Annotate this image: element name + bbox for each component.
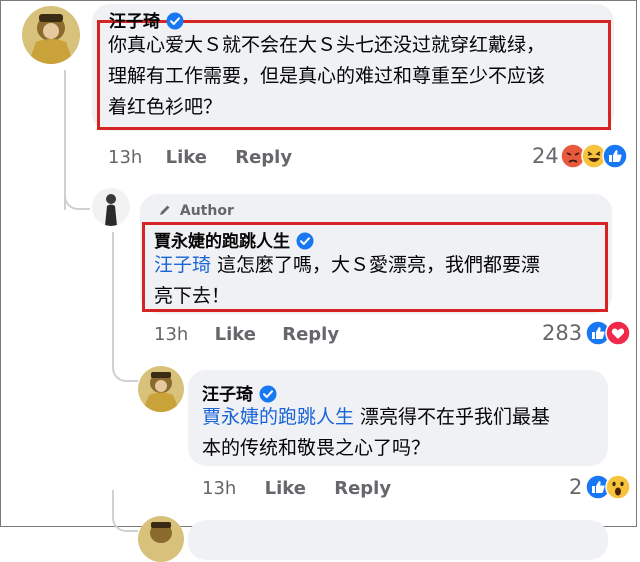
love-icon (605, 320, 631, 346)
reply-button[interactable]: Reply (282, 324, 339, 345)
comment-actions: 13h Like Reply (154, 324, 339, 345)
reaction-count[interactable]: 24 (532, 144, 559, 168)
timestamp[interactable]: 13h (202, 478, 236, 499)
comment-line: 亮下去！ (154, 285, 231, 307)
reaction-icons[interactable] (585, 320, 631, 346)
mention-link[interactable]: 汪子琦 (154, 254, 211, 276)
timestamp[interactable]: 13h (154, 324, 188, 345)
mention-link[interactable]: 賈永婕的跑跳人生 (202, 406, 354, 428)
reaction-count[interactable]: 2 (569, 475, 582, 499)
like-icon (602, 143, 628, 169)
reply-button[interactable]: Reply (235, 147, 292, 168)
pencil-icon (160, 205, 170, 215)
comment-line: 着红色衫吧？ (108, 96, 223, 118)
comment-text-span: 漂亮得不在乎我们最基 (354, 406, 551, 428)
comment-line: 你真心爱大Ｓ就不会在大Ｓ头七还没过就穿红戴绿， (108, 34, 546, 56)
avatar[interactable] (138, 366, 184, 412)
avatar[interactable] (22, 6, 80, 64)
comment-line: 理解有工作需要，但是真心的难过和尊重至少不应该 (108, 65, 546, 87)
like-button[interactable]: Like (215, 324, 256, 345)
like-button[interactable]: Like (166, 147, 207, 168)
reaction-icons[interactable] (585, 474, 631, 500)
commenter-name-text[interactable]: 汪子琦 (109, 12, 160, 32)
author-badge: Author (158, 203, 234, 219)
comment-line: 汪子琦 這怎麼了嗎，大Ｓ愛漂亮，我們都要漂 (154, 250, 604, 281)
comment-actions: 13h Like Reply (202, 478, 391, 499)
timestamp[interactable]: 13h (108, 147, 142, 168)
comment-text: 賈永婕的跑跳人生 漂亮得不在乎我们最基 本的传统和敬畏之心了吗？ (202, 402, 602, 464)
comment-line: 本的传统和敬畏之心了吗？ (202, 437, 431, 459)
comment-bubble (188, 520, 608, 560)
avatar[interactable] (92, 188, 130, 226)
like-button[interactable]: Like (265, 478, 306, 499)
comment-text: 你真心爱大Ｓ就不会在大Ｓ头七还没过就穿红戴绿， 理解有工作需要，但是真心的难过和… (108, 30, 608, 123)
comment-text-span: 這怎麼了嗎，大Ｓ愛漂亮，我們都要漂 (211, 254, 541, 276)
avatar[interactable] (138, 516, 184, 562)
author-badge-label: Author (179, 203, 234, 219)
thread-line (112, 340, 138, 382)
comment-text: 汪子琦 這怎麼了嗎，大Ｓ愛漂亮，我們都要漂 亮下去！ (154, 250, 604, 312)
comment-line: 賈永婕的跑跳人生 漂亮得不在乎我们最基 (202, 402, 602, 433)
commenter-name-text[interactable]: 賈永婕的跑跳人生 (154, 232, 290, 252)
thread-line (112, 490, 138, 532)
thread-line (64, 180, 90, 210)
reply-button[interactable]: Reply (334, 478, 391, 499)
comment-actions: 13h Like Reply (108, 147, 292, 168)
reaction-icons[interactable] (560, 143, 628, 169)
reaction-count[interactable]: 283 (542, 321, 582, 345)
wow-icon (605, 474, 631, 500)
